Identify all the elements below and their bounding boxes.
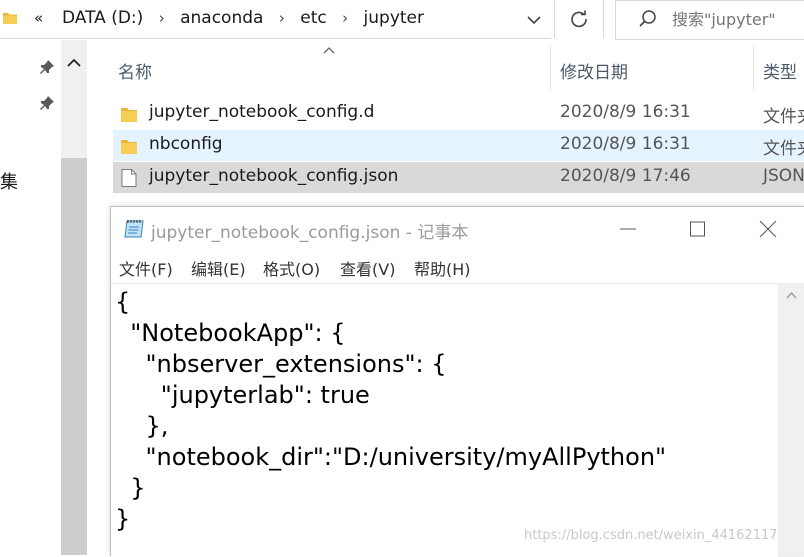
- breadcrumb-item-data-drive[interactable]: DATA (D:): [62, 8, 143, 28]
- address-bar[interactable]: « DATA (D:) › anaconda › etc › jupyter: [0, 0, 551, 39]
- code-line: },: [115, 412, 169, 440]
- close-icon: [759, 221, 777, 237]
- search-input[interactable]: [672, 8, 802, 30]
- menu-view[interactable]: 查看(V): [340, 256, 395, 280]
- file-name: nbconfig: [149, 134, 223, 154]
- menu-edit[interactable]: 编辑(E): [191, 256, 246, 280]
- column-divider[interactable]: [550, 46, 551, 90]
- column-header-name[interactable]: 名称: [118, 58, 152, 83]
- file-icon: [121, 169, 137, 187]
- search-icon: [639, 10, 656, 27]
- column-divider[interactable]: [753, 46, 754, 90]
- code-line: "nbserver_extensions": {: [115, 350, 447, 378]
- file-date: 2020/8/9 16:31: [560, 134, 691, 154]
- code-line: {: [115, 288, 131, 316]
- menu-help[interactable]: 帮助(H): [414, 256, 471, 280]
- chevron-down-icon[interactable]: [524, 11, 544, 29]
- breadcrumb-chevron-icon[interactable]: ›: [159, 9, 165, 27]
- notepad-title: jupyter_notebook_config.json - 记事本: [151, 223, 469, 243]
- refresh-button[interactable]: [554, 0, 604, 38]
- breadcrumb-overflow[interactable]: «: [34, 9, 43, 27]
- nav-scrollbar-thumb[interactable]: [61, 158, 87, 555]
- code-line: }: [115, 505, 131, 533]
- file-type: 文件夹: [763, 107, 804, 127]
- column-header-type[interactable]: 类型: [763, 58, 797, 83]
- file-type: JSON: [763, 166, 804, 186]
- code-line: "NotebookApp": {: [115, 319, 346, 347]
- notepad-window[interactable]: jupyter_notebook_config.json - 记事本 文件(F)…: [110, 206, 804, 557]
- watermark: https://blog.csdn.net/weixin_44162117: [524, 528, 778, 543]
- pin-icon[interactable]: [38, 58, 56, 76]
- file-type: 文件夹: [763, 139, 804, 159]
- file-name: jupyter_notebook_config.json: [149, 166, 399, 186]
- folder-icon: [121, 108, 137, 122]
- refresh-icon: [571, 10, 587, 28]
- notepad-icon: [124, 220, 144, 238]
- code-line: "notebook_dir":"D:/university/myAllPytho…: [115, 443, 667, 471]
- notepad-scrollbar[interactable]: [778, 283, 804, 556]
- code-line: }: [115, 474, 146, 502]
- breadcrumb-item-anaconda[interactable]: anaconda: [180, 8, 263, 28]
- breadcrumb: « DATA (D:) › anaconda › etc › jupyter: [34, 8, 424, 28]
- file-date: 2020/8/9 17:46: [560, 166, 691, 186]
- notepad-menubar: 文件(F) 编辑(E) 格式(O) 查看(V) 帮助(H): [111, 251, 804, 283]
- file-row[interactable]: jupyter_notebook_config.d 2020/8/9 16:31…: [113, 98, 804, 129]
- notepad-text-area[interactable]: { "NotebookApp": { "nbserver_extensions"…: [111, 283, 778, 557]
- maximize-icon: [690, 221, 705, 237]
- menu-file[interactable]: 文件(F): [119, 256, 173, 280]
- minimize-icon: [620, 228, 636, 230]
- file-row-selected[interactable]: nbconfig 2020/8/9 16:31 文件夹: [113, 130, 804, 161]
- code-line: "jupyterlab": true: [115, 381, 370, 409]
- breadcrumb-item-etc[interactable]: etc: [300, 8, 326, 28]
- notepad-titlebar[interactable]: jupyter_notebook_config.json - 记事本: [111, 207, 804, 251]
- explorer-toolbar: « DATA (D:) › anaconda › etc › jupyter: [0, 0, 804, 40]
- pin-icon[interactable]: [38, 94, 56, 112]
- column-header-date[interactable]: 修改日期: [560, 58, 628, 83]
- menu-format[interactable]: 格式(O): [263, 256, 320, 280]
- close-button[interactable]: [733, 207, 803, 251]
- breadcrumb-chevron-icon[interactable]: ›: [279, 9, 285, 27]
- breadcrumb-item-jupyter[interactable]: jupyter: [364, 8, 424, 28]
- maximize-button[interactable]: [663, 207, 733, 251]
- file-name: jupyter_notebook_config.d: [149, 102, 375, 122]
- folder-icon: [121, 140, 137, 154]
- chevron-up-icon[interactable]: [786, 291, 797, 299]
- minimize-button[interactable]: [593, 207, 663, 251]
- search-box[interactable]: [615, 0, 804, 40]
- file-date: 2020/8/9 16:31: [560, 102, 691, 122]
- sort-ascending-icon: [323, 47, 335, 54]
- file-row-hovered[interactable]: jupyter_notebook_config.json 2020/8/9 17…: [113, 162, 804, 193]
- chevron-up-icon[interactable]: [66, 57, 82, 69]
- nav-item-label[interactable]: 集: [0, 168, 18, 194]
- breadcrumb-chevron-icon[interactable]: ›: [342, 9, 348, 27]
- folder-icon: [3, 13, 17, 24]
